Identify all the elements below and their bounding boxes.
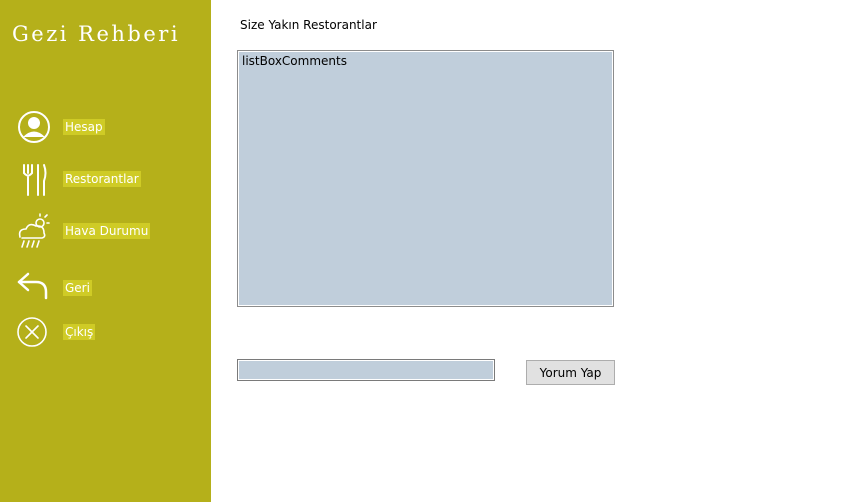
user-circle-icon [18, 111, 50, 143]
page-title: Size Yakın Restorantlar [240, 18, 377, 32]
sidebar-item-label: Hesap [63, 119, 105, 135]
comment-input[interactable] [237, 359, 495, 381]
sidebar-item-hava-durumu[interactable]: Hava Durumu [14, 211, 194, 251]
sidebar-item-label: Hava Durumu [63, 223, 151, 239]
sidebar: Gezi Rehberi Hesap Restorantlar Hava Dur… [0, 0, 211, 502]
comments-listbox[interactable]: listBoxComments [237, 50, 614, 307]
back-arrow-icon [17, 272, 48, 300]
sidebar-item-geri[interactable]: Geri [14, 268, 194, 308]
sidebar-item-label: Çıkış [63, 324, 96, 340]
fork-knife-icon [23, 164, 47, 196]
weather-rain-icon [18, 213, 50, 248]
app-title: Gezi Rehberi [12, 22, 181, 46]
sidebar-item-cikis[interactable]: Çıkış [14, 312, 194, 352]
sidebar-item-restorantlar[interactable]: Restorantlar [14, 159, 194, 199]
sidebar-item-label: Restorantlar [63, 171, 141, 187]
comment-button[interactable]: Yorum Yap [526, 360, 615, 385]
sidebar-item-label: Geri [63, 280, 92, 296]
listbox-item[interactable]: listBoxComments [242, 54, 347, 68]
sidebar-item-hesap[interactable]: Hesap [14, 107, 194, 147]
close-circle-icon [17, 317, 47, 347]
